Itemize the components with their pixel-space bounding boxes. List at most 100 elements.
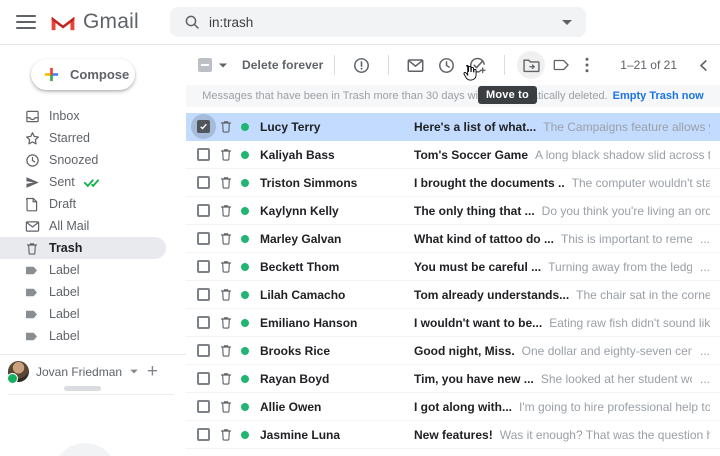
row-trash-button[interactable] <box>219 315 233 330</box>
row-trash-button[interactable] <box>219 147 233 162</box>
profile-row[interactable]: Jovan Friedman + <box>0 355 186 388</box>
row-checkbox[interactable] <box>197 372 210 385</box>
sidebar-item-label[interactable]: Label <box>0 259 186 281</box>
row-checkbox[interactable] <box>197 120 210 133</box>
row-checkbox[interactable] <box>197 204 210 217</box>
sidebar-item-label[interactable]: Label <box>0 303 186 325</box>
row-trash-button[interactable] <box>219 119 233 134</box>
row-trash-button[interactable] <box>219 287 233 302</box>
draft-icon <box>25 196 41 212</box>
row-trash-button[interactable] <box>219 399 233 414</box>
report-spam-icon <box>354 57 370 73</box>
label-icon <box>554 59 570 71</box>
label-icon <box>25 306 41 322</box>
email-row[interactable]: Lilah Camacho Tom already understands... T… <box>186 281 720 309</box>
presence-dot <box>241 318 249 327</box>
sidebar-item-starred[interactable]: Starred <box>0 127 186 149</box>
sidebar-item-inbox[interactable]: Inbox <box>0 105 186 127</box>
sender-label: Jasmine Luna <box>260 427 341 442</box>
search-bar[interactable]: in:trash <box>170 7 586 37</box>
email-row[interactable]: Jasmine Luna New features! Was it enough? … <box>186 421 720 449</box>
mark-unread-button[interactable] <box>407 58 424 73</box>
sidebar-item-trash[interactable]: Trash <box>0 237 166 259</box>
snippet-text: Do you think you're living an ordinary l… <box>541 203 710 218</box>
select-all-checkbox[interactable] <box>198 58 228 72</box>
report-spam-button[interactable] <box>353 57 370 74</box>
sidebar-item-label: All Mail <box>49 219 90 233</box>
profile-caret-icon[interactable] <box>130 369 138 374</box>
email-row[interactable]: Aurora FigueroaCall For Research Studies… <box>186 449 720 456</box>
sidebar: Compose Inbox Starred Snoozed Sent Draft All … <box>0 45 186 456</box>
search-input[interactable]: in:trash <box>209 15 562 30</box>
subject-label: You must be careful ... <box>414 259 542 274</box>
row-checkbox[interactable] <box>197 288 210 301</box>
compose-button[interactable]: Compose <box>31 59 135 90</box>
newer-page-button[interactable] <box>699 59 708 72</box>
snippet-text: Eating raw fish didn't sound like a good… <box>549 315 710 330</box>
email-row[interactable]: Marley Galvan What kind of tattoo do ... T… <box>186 225 720 253</box>
sidebar-nav: Inbox Starred Snoozed Sent Draft All Mail Tras… <box>0 105 186 347</box>
sidebar-item-draft[interactable]: Draft <box>0 193 186 215</box>
delete-forever-button[interactable]: Delete forever <box>242 58 323 72</box>
email-row[interactable]: Triston Simmons I brought the documents .… <box>186 169 720 197</box>
snippet-text: This is important to remember. Love isn'… <box>560 231 692 246</box>
row-trash-button[interactable] <box>219 427 233 442</box>
email-row[interactable]: Brooks Rice Good night, Miss. One dollar a… <box>186 337 720 365</box>
label-button[interactable] <box>553 58 571 72</box>
email-row[interactable]: Kaylynn Kelly The only thing that ... Do y… <box>186 197 720 225</box>
gmail-logo[interactable]: Gmail <box>50 10 139 34</box>
email-row[interactable]: Lucy Terry Here's a list of what... The Ca… <box>186 113 720 141</box>
email-row[interactable]: Kaliyah Bass Tom's Soccer Game A long blac… <box>186 141 720 169</box>
row-checkbox[interactable] <box>197 176 210 189</box>
chevron-left-icon <box>699 59 707 71</box>
row-checkbox[interactable] <box>197 344 210 357</box>
sidebar-item-sent[interactable]: Sent <box>0 171 186 193</box>
row-trash-button[interactable] <box>219 371 233 386</box>
more-options-button[interactable] <box>585 57 589 73</box>
row-checkbox[interactable] <box>197 316 210 329</box>
sender-label: Kaliyah Bass <box>260 147 335 162</box>
snippet-ellipsis: ... <box>699 259 710 274</box>
app-name: Gmail <box>83 10 139 33</box>
empty-trash-link[interactable]: Empty Trash now <box>613 90 704 102</box>
row-checkbox[interactable] <box>197 400 210 413</box>
toolbar-divider <box>334 55 336 75</box>
row-checkbox[interactable] <box>197 148 210 161</box>
row-trash-button[interactable] <box>219 259 233 274</box>
row-trash-button[interactable] <box>219 175 233 190</box>
snippet-ellipsis: ... <box>699 343 710 358</box>
compose-plus-icon <box>44 67 59 82</box>
row-checkbox[interactable] <box>197 428 210 441</box>
presence-dot <box>241 402 249 411</box>
row-trash-button[interactable] <box>219 343 233 358</box>
snooze-button[interactable] <box>438 57 455 74</box>
hamburger-menu-icon[interactable] <box>16 15 36 29</box>
sidebar-item-snoozed[interactable]: Snoozed <box>0 149 186 171</box>
gmail-app: Gmail in:trash Compose Inbox Starred Snooz… <box>0 0 720 456</box>
snippet-text: She looked at her student wondering if s… <box>540 371 692 386</box>
row-trash-button[interactable] <box>219 203 233 218</box>
row-trash-button[interactable] <box>219 231 233 246</box>
add-account-button[interactable]: + <box>147 362 158 381</box>
sidebar-item-label[interactable]: Label <box>0 325 186 347</box>
search-options-caret-icon[interactable] <box>562 19 572 25</box>
select-dropdown-caret-icon[interactable] <box>219 63 227 67</box>
star-icon <box>25 130 41 146</box>
email-row[interactable]: Rayan Boyd Tim, you have new ... She looke… <box>186 365 720 393</box>
presence-dot <box>241 374 249 383</box>
add-to-tasks-button[interactable] <box>469 57 487 74</box>
sidebar-item-all-mail[interactable]: All Mail <box>0 215 186 237</box>
email-row[interactable]: Beckett Thom You must be careful ... Turni… <box>186 253 720 281</box>
snippet-text: I'm going to hire professional help tomo… <box>519 399 710 414</box>
sidebar-item-label[interactable]: Label <box>0 281 186 303</box>
email-row[interactable]: Allie Owen I got along with... I'm going t… <box>186 393 720 421</box>
snippet-text: Turning away from the ledge, he started … <box>548 259 692 274</box>
sidebar-item-label: Label <box>49 329 80 343</box>
trash-banner: Messages that have been in Trash more th… <box>186 85 720 107</box>
row-checkbox[interactable] <box>197 260 210 273</box>
row-checkbox[interactable] <box>197 232 210 245</box>
subject-label: What kind of tattoo do ... <box>414 231 554 246</box>
email-row[interactable]: Emiliano Hanson I wouldn't want to be... E… <box>186 309 720 337</box>
drag-handle[interactable] <box>64 386 101 391</box>
move-to-button[interactable] <box>517 51 546 79</box>
